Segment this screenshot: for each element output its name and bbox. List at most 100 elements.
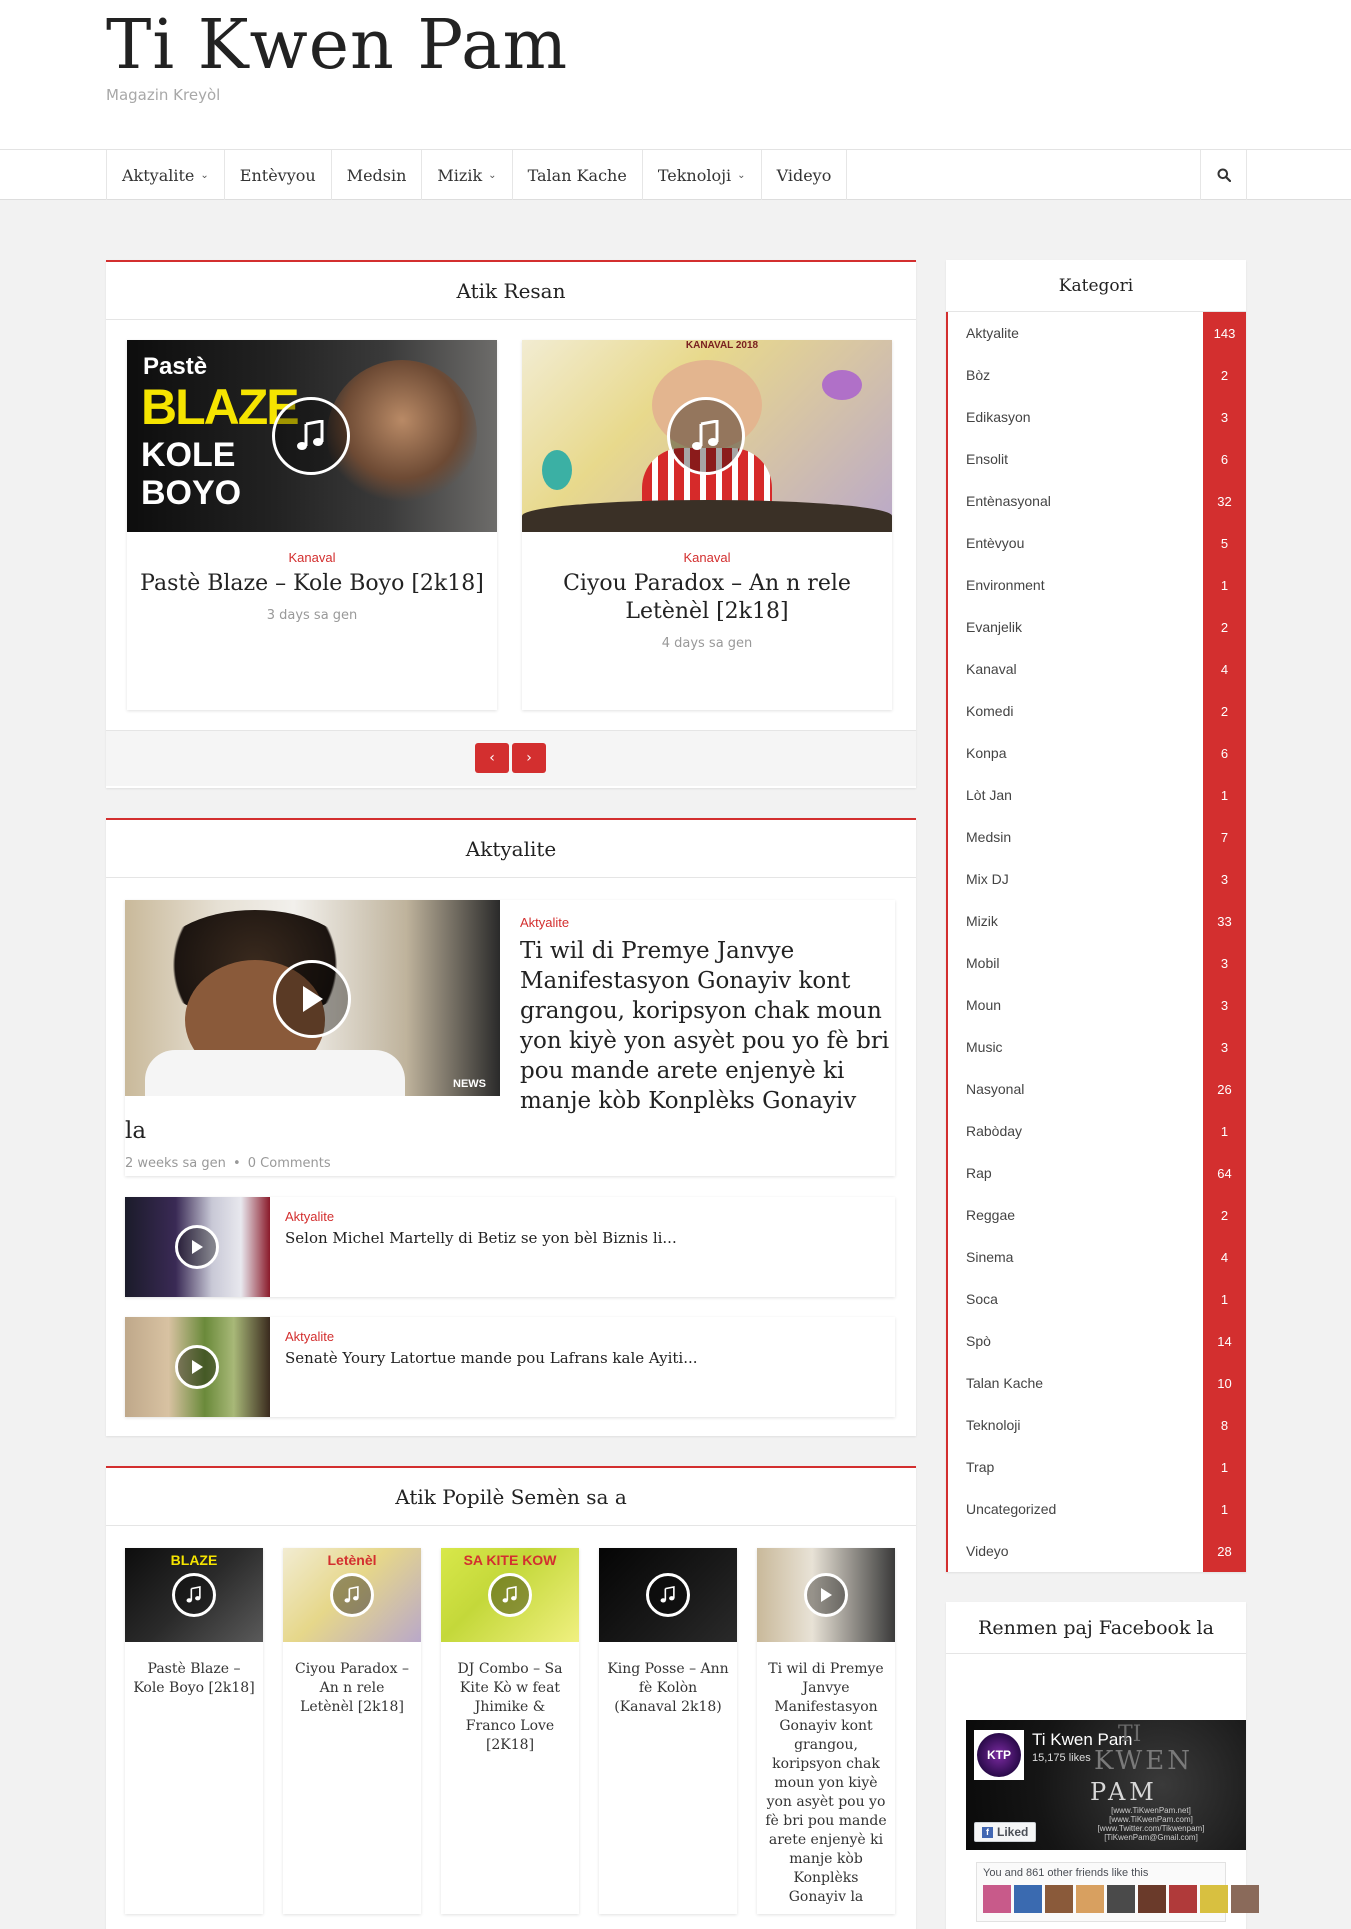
post-category[interactable]: Aktyalite (520, 915, 569, 930)
category-item[interactable]: Videyo 28 (946, 1530, 1246, 1572)
news-list-item[interactable]: Aktyalite Senatè Youry Latortue mande po… (125, 1317, 895, 1417)
category-item[interactable]: Entèvyou 5 (946, 522, 1246, 564)
post-thumbnail[interactable]: KANAVAL 2018 (522, 340, 892, 532)
category-item[interactable]: Lòt Jan 1 (946, 774, 1246, 816)
category-item[interactable]: Sinema 4 (946, 1236, 1246, 1278)
avatar[interactable] (1045, 1885, 1073, 1913)
popular-post-card[interactable]: SA KITE KOW DJ Combo – Sa Kite Kò w feat … (441, 1548, 579, 1914)
next-button[interactable]: › (512, 743, 546, 773)
post-thumbnail[interactable]: NEWS (125, 900, 500, 1096)
post-category[interactable]: Kanaval (522, 550, 892, 565)
category-item[interactable]: Reggae 2 (946, 1194, 1246, 1236)
music-icon[interactable] (272, 397, 350, 475)
featured-post[interactable]: NEWS Aktyalite Ti wil di Premye Janvye M… (125, 900, 895, 1176)
facebook-cover[interactable]: KTP Ti Kwen Pam 15,175 likes TI KWEN PAM… (966, 1720, 1246, 1850)
page-logo[interactable]: KTP (974, 1730, 1024, 1780)
popular-post-card[interactable]: Letènèl Ciyou Paradox – An n rele Letènèl… (283, 1548, 421, 1914)
post-title[interactable]: Pastè Blaze – Kole Boyo [2k18] (137, 570, 487, 598)
category-item[interactable]: Aktyalite 143 (946, 312, 1246, 354)
popular-post-card[interactable]: BLAZE Pastè Blaze – Kole Boyo [2k18] (125, 1548, 263, 1914)
post-thumbnail[interactable]: Letènèl (283, 1548, 421, 1642)
category-item[interactable]: Mix DJ 3 (946, 858, 1246, 900)
music-icon[interactable] (330, 1573, 374, 1617)
post-title[interactable]: Ti wil di Premye Janvye Manifestasyon Go… (765, 1660, 887, 1907)
category-item[interactable]: Teknoloji 8 (946, 1404, 1246, 1446)
avatar[interactable] (1076, 1885, 1104, 1913)
nav-item-mizik[interactable]: Mizik ⌄ (422, 150, 513, 200)
post-thumbnail[interactable]: SA KITE KOW (441, 1548, 579, 1642)
category-item[interactable]: Rabòday 1 (946, 1110, 1246, 1152)
category-item[interactable]: Mobil 3 (946, 942, 1246, 984)
category-item[interactable]: Kanaval 4 (946, 648, 1246, 690)
avatar[interactable] (1169, 1885, 1197, 1913)
post-thumbnail[interactable]: BLAZE (125, 1548, 263, 1642)
nav-item-teknoloji[interactable]: Teknoloji ⌄ (643, 150, 762, 200)
play-icon[interactable] (175, 1345, 219, 1389)
category-item[interactable]: Evanjelik 2 (946, 606, 1246, 648)
category-item[interactable]: Komedi 2 (946, 690, 1246, 732)
play-icon[interactable] (273, 960, 351, 1038)
post-category[interactable]: Kanaval (127, 550, 497, 565)
post-title[interactable]: Pastè Blaze – Kole Boyo [2k18] (133, 1660, 255, 1698)
avatar[interactable] (983, 1885, 1011, 1913)
category-item[interactable]: Bòz 2 (946, 354, 1246, 396)
category-item[interactable]: Konpa 6 (946, 732, 1246, 774)
post-thumbnail[interactable]: Pastè BLAZE KOLE BOYO (127, 340, 497, 532)
play-icon[interactable] (804, 1573, 848, 1617)
category-item[interactable]: Environment 1 (946, 564, 1246, 606)
recent-post-card[interactable]: Pastè BLAZE KOLE BOYO Kanaval Pastè Blaz… (127, 340, 497, 710)
music-icon[interactable] (488, 1573, 532, 1617)
post-title[interactable]: King Posse – Ann fè Kolòn (Kanaval 2k18) (607, 1660, 729, 1717)
popular-post-card[interactable]: Ti wil di Premye Janvye Manifestasyon Go… (757, 1548, 895, 1914)
category-item[interactable]: Spò 14 (946, 1320, 1246, 1362)
music-icon[interactable] (667, 397, 745, 475)
avatar[interactable] (1200, 1885, 1228, 1913)
nav-item-medsin[interactable]: Medsin (332, 150, 423, 200)
category-item[interactable]: Edikasyon 3 (946, 396, 1246, 438)
post-title[interactable]: Ciyou Paradox – An n rele Letènèl [2k18] (532, 570, 882, 626)
music-icon[interactable] (646, 1573, 690, 1617)
nav-item-videyo[interactable]: Videyo (762, 150, 848, 200)
category-item[interactable]: Talan Kache 10 (946, 1362, 1246, 1404)
category-item[interactable]: Moun 3 (946, 984, 1246, 1026)
post-thumbnail[interactable] (757, 1548, 895, 1642)
recent-post-card[interactable]: KANAVAL 2018 Kanaval Ciyou Paradox – An … (522, 340, 892, 710)
avatar[interactable] (1014, 1885, 1042, 1913)
category-item[interactable]: Ensolit 6 (946, 438, 1246, 480)
post-title[interactable]: DJ Combo – Sa Kite Kò w feat Jhimike & F… (449, 1660, 571, 1755)
nav-item-ent-vyou[interactable]: Entèvyou (225, 150, 332, 200)
post-title[interactable]: Selon Michel Martelly di Betiz se yon bè… (285, 1229, 677, 1247)
category-item[interactable]: Soca 1 (946, 1278, 1246, 1320)
category-item[interactable]: Entènasyonal 32 (946, 480, 1246, 522)
category-item[interactable]: Uncategorized 1 (946, 1488, 1246, 1530)
featured-title-part[interactable]: la (125, 1116, 885, 1146)
category-item[interactable]: Nasyonal 26 (946, 1068, 1246, 1110)
popular-post-card[interactable]: King Posse – Ann fè Kolòn (Kanaval 2k18) (599, 1548, 737, 1914)
category-item[interactable]: Mizik 33 (946, 900, 1246, 942)
prev-button[interactable]: ‹ (475, 743, 509, 773)
news-list-item[interactable]: Aktyalite Selon Michel Martelly di Betiz… (125, 1197, 895, 1297)
avatar[interactable] (1138, 1885, 1166, 1913)
music-icon[interactable] (172, 1573, 216, 1617)
post-title[interactable]: Senatè Youry Latortue mande pou Lafrans … (285, 1349, 698, 1367)
post-thumbnail[interactable] (599, 1548, 737, 1642)
avatar[interactable] (1107, 1885, 1135, 1913)
post-thumbnail[interactable] (125, 1197, 270, 1297)
site-title[interactable]: Ti Kwen Pam (106, 6, 568, 85)
search-button[interactable] (1200, 150, 1247, 200)
nav-item-aktyalite[interactable]: Aktyalite ⌄ (107, 150, 225, 200)
post-title[interactable]: Ciyou Paradox – An n rele Letènèl [2k18] (291, 1660, 413, 1717)
post-thumbnail[interactable] (125, 1317, 270, 1417)
avatar[interactable] (1231, 1885, 1259, 1913)
post-category[interactable]: Aktyalite (285, 1329, 334, 1344)
comments-link[interactable]: 0 Comments (248, 1156, 331, 1171)
category-item[interactable]: Trap 1 (946, 1446, 1246, 1488)
featured-title-part[interactable]: Ti wil di Premye Janvye Manifestasyon Go… (520, 936, 890, 1116)
category-item[interactable]: Rap 64 (946, 1152, 1246, 1194)
post-category[interactable]: Aktyalite (285, 1209, 334, 1224)
play-icon[interactable] (175, 1225, 219, 1269)
facebook-liked-button[interactable]: f Liked (974, 1822, 1037, 1842)
category-item[interactable]: Medsin 7 (946, 816, 1246, 858)
nav-item-talan-kache[interactable]: Talan Kache (513, 150, 643, 200)
category-item[interactable]: Music 3 (946, 1026, 1246, 1068)
